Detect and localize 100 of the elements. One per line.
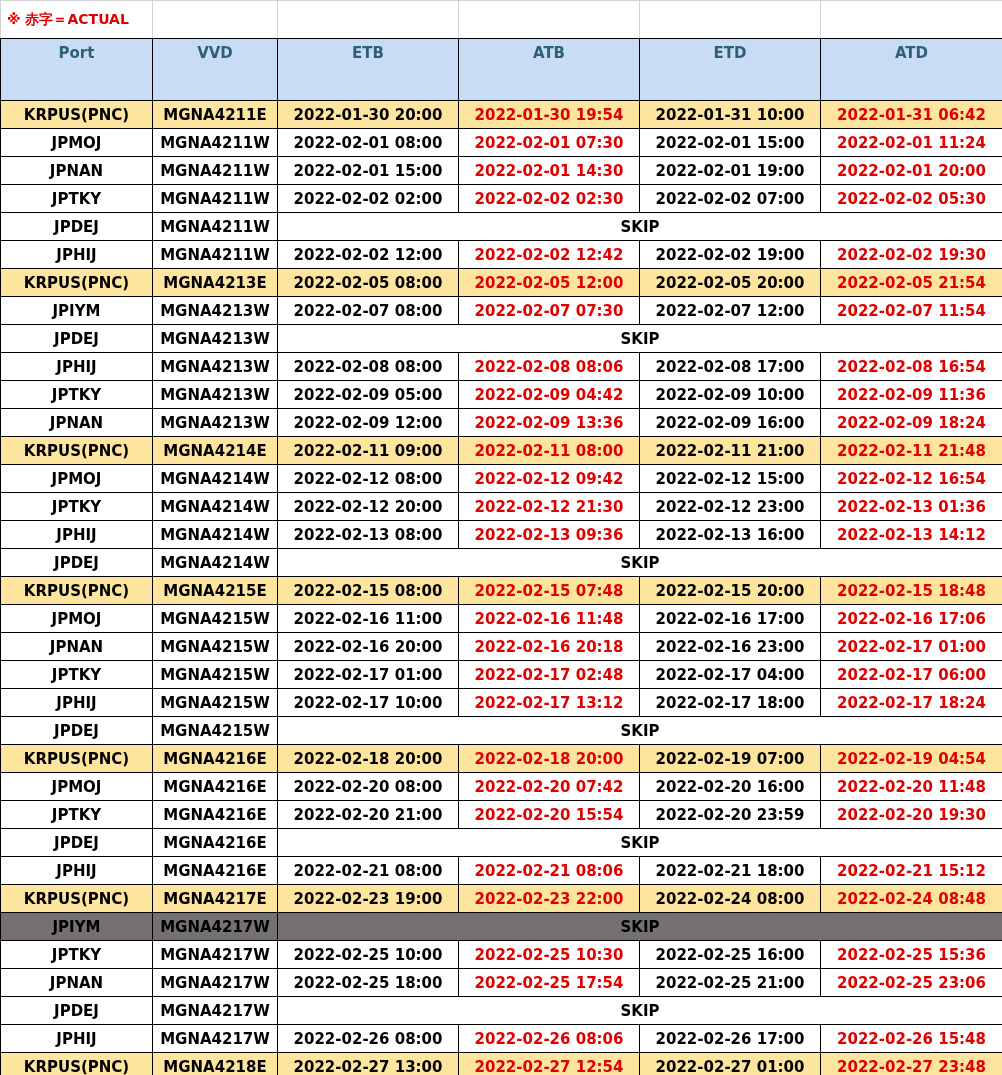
table-cell: 2022-02-02 12:00 bbox=[277, 240, 459, 269]
table-cell: 2022-02-13 08:00 bbox=[277, 520, 459, 549]
table-cell: 2022-02-25 16:00 bbox=[639, 940, 821, 969]
table-cell: MGNA4216E bbox=[152, 772, 278, 801]
table-cell: 2022-02-12 09:42 bbox=[458, 464, 640, 493]
table-cell: 2022-02-01 19:00 bbox=[639, 156, 821, 185]
table-cell: JPHIJ bbox=[0, 856, 153, 885]
table-cell: MGNA4217W bbox=[152, 968, 278, 997]
table-cell: 2022-01-30 19:54 bbox=[458, 100, 640, 129]
table-cell: MGNA4217W bbox=[152, 996, 278, 1025]
table-cell: 2022-02-16 20:18 bbox=[458, 632, 640, 661]
table-cell: 2022-01-31 10:00 bbox=[639, 100, 821, 129]
table-cell: 2022-02-02 05:30 bbox=[820, 184, 1002, 213]
table-cell: MGNA4215W bbox=[152, 604, 278, 633]
table-cell: 2022-02-09 04:42 bbox=[458, 380, 640, 409]
table-cell: 2022-02-16 23:00 bbox=[639, 632, 821, 661]
table-cell: 2022-02-15 18:48 bbox=[820, 576, 1002, 605]
table-cell: 2022-02-08 08:06 bbox=[458, 352, 640, 381]
table-cell: 2022-02-25 10:30 bbox=[458, 940, 640, 969]
table-cell: 2022-02-21 18:00 bbox=[639, 856, 821, 885]
table-cell: JPHIJ bbox=[0, 520, 153, 549]
table-cell: 2022-02-21 08:00 bbox=[277, 856, 459, 885]
table-cell: SKIP bbox=[277, 212, 1002, 241]
table-cell: 2022-02-24 08:48 bbox=[820, 884, 1002, 913]
table-cell: JPMOJ bbox=[0, 464, 153, 493]
table-cell: MGNA4215W bbox=[152, 688, 278, 717]
table-cell: MGNA4211W bbox=[152, 184, 278, 213]
table-cell: SKIP bbox=[277, 996, 1002, 1025]
column-header: VVD bbox=[152, 38, 278, 101]
table-cell: JPTKY bbox=[0, 492, 153, 521]
table-cell: 2022-02-12 21:30 bbox=[458, 492, 640, 521]
table-cell: 2022-02-15 20:00 bbox=[639, 576, 821, 605]
table-cell: 2022-02-16 11:00 bbox=[277, 604, 459, 633]
table-cell: 2022-02-02 02:00 bbox=[277, 184, 459, 213]
table-cell: KRPUS(PNC) bbox=[0, 576, 153, 605]
table-cell: 2022-02-01 08:00 bbox=[277, 128, 459, 157]
table-cell: JPTKY bbox=[0, 940, 153, 969]
table-cell: 2022-02-17 18:00 bbox=[639, 688, 821, 717]
table-cell: 2022-02-13 09:36 bbox=[458, 520, 640, 549]
table-cell: 2022-02-09 13:36 bbox=[458, 408, 640, 437]
table-cell: 2022-02-07 12:00 bbox=[639, 296, 821, 325]
table-cell: MGNA4217E bbox=[152, 884, 278, 913]
table-cell: 2022-02-17 01:00 bbox=[277, 660, 459, 689]
table-cell: MGNA4215W bbox=[152, 716, 278, 745]
table-cell: MGNA4214W bbox=[152, 520, 278, 549]
table-cell: JPIYM bbox=[0, 296, 153, 325]
table-cell: 2022-02-26 08:00 bbox=[277, 1024, 459, 1053]
table-cell: MGNA4215W bbox=[152, 632, 278, 661]
table-cell: 2022-02-09 05:00 bbox=[277, 380, 459, 409]
table-cell: 2022-02-01 07:30 bbox=[458, 128, 640, 157]
table-cell: 2022-02-09 18:24 bbox=[820, 408, 1002, 437]
table-cell: 2022-02-17 10:00 bbox=[277, 688, 459, 717]
table-cell: 2022-02-05 21:54 bbox=[820, 268, 1002, 297]
table-cell: 2022-02-17 01:00 bbox=[820, 632, 1002, 661]
table-cell: MGNA4216E bbox=[152, 828, 278, 857]
table-cell: JPHIJ bbox=[0, 1024, 153, 1053]
table-cell: MGNA4211W bbox=[152, 128, 278, 157]
table-cell: JPHIJ bbox=[0, 240, 153, 269]
table-cell: 2022-02-02 19:00 bbox=[639, 240, 821, 269]
table-cell: 2022-02-27 01:00 bbox=[639, 1052, 821, 1075]
table-cell: MGNA4216E bbox=[152, 800, 278, 829]
table-cell: 2022-02-25 17:54 bbox=[458, 968, 640, 997]
table-cell: MGNA4215W bbox=[152, 660, 278, 689]
table-cell: 2022-02-13 01:36 bbox=[820, 492, 1002, 521]
table-cell: 2022-02-27 12:54 bbox=[458, 1052, 640, 1075]
table-cell: MGNA4211W bbox=[152, 212, 278, 241]
table-cell: 2022-02-17 02:48 bbox=[458, 660, 640, 689]
table-cell: JPHIJ bbox=[0, 688, 153, 717]
table-cell: 2022-02-19 07:00 bbox=[639, 744, 821, 773]
table-cell: 2022-02-02 02:30 bbox=[458, 184, 640, 213]
table-cell: 2022-02-07 11:54 bbox=[820, 296, 1002, 325]
table-cell: 2022-01-30 20:00 bbox=[277, 100, 459, 129]
table-cell: 2022-02-17 04:00 bbox=[639, 660, 821, 689]
table-cell: MGNA4211E bbox=[152, 100, 278, 129]
table-cell: 2022-02-12 08:00 bbox=[277, 464, 459, 493]
table-cell: 2022-02-02 12:42 bbox=[458, 240, 640, 269]
table-cell: 2022-02-20 23:59 bbox=[639, 800, 821, 829]
table-cell: 2022-02-11 21:00 bbox=[639, 436, 821, 465]
table-cell: 2022-02-27 23:48 bbox=[820, 1052, 1002, 1075]
column-header: ATD bbox=[820, 38, 1002, 101]
table-cell: 2022-01-31 06:42 bbox=[820, 100, 1002, 129]
table-cell: 2022-02-26 08:06 bbox=[458, 1024, 640, 1053]
table-cell: JPNAN bbox=[0, 632, 153, 661]
table-cell: 2022-02-12 15:00 bbox=[639, 464, 821, 493]
table-cell: 2022-02-07 07:30 bbox=[458, 296, 640, 325]
table-cell: 2022-02-21 15:12 bbox=[820, 856, 1002, 885]
table-cell: SKIP bbox=[277, 324, 1002, 353]
table-cell: JPMOJ bbox=[0, 604, 153, 633]
column-header: ATB bbox=[458, 38, 640, 101]
table-cell: 2022-02-02 07:00 bbox=[639, 184, 821, 213]
table-cell: 2022-02-23 22:00 bbox=[458, 884, 640, 913]
table-cell: 2022-02-12 23:00 bbox=[639, 492, 821, 521]
table-cell: 2022-02-16 17:06 bbox=[820, 604, 1002, 633]
table-cell: 2022-02-08 16:54 bbox=[820, 352, 1002, 381]
table-cell: 2022-02-20 07:42 bbox=[458, 772, 640, 801]
table-cell: 2022-02-17 13:12 bbox=[458, 688, 640, 717]
table-cell: JPMOJ bbox=[0, 772, 153, 801]
table-cell: 2022-02-26 17:00 bbox=[639, 1024, 821, 1053]
table-cell: JPTKY bbox=[0, 800, 153, 829]
table-cell: JPDEJ bbox=[0, 996, 153, 1025]
